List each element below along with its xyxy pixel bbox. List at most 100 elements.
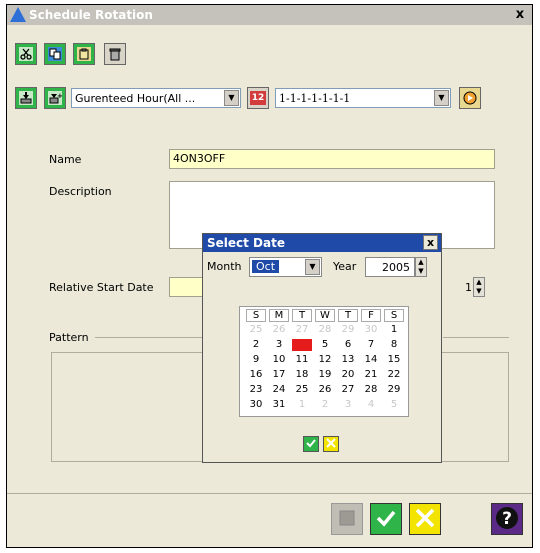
calendar-day[interactable]: 25 — [246, 324, 266, 336]
year-input[interactable]: 2005 — [365, 257, 415, 277]
calendar-day[interactable]: 11 — [292, 354, 312, 366]
calendar-day[interactable]: 1 — [292, 399, 312, 411]
calendar-day[interactable]: 6 — [338, 339, 358, 351]
calendar-day[interactable]: 30 — [361, 324, 381, 336]
calendar-day[interactable]: 9 — [246, 354, 266, 366]
pattern-combo[interactable]: 1-1-1-1-1-1-1 ▼ — [275, 88, 451, 108]
svg-text:+: + — [57, 92, 62, 100]
calendar-day[interactable]: 15 — [384, 354, 404, 366]
year-spinner[interactable]: ▲ ▼ — [415, 257, 427, 277]
calendar-day[interactable]: 4 — [361, 399, 381, 411]
spin-down-icon[interactable]: ▼ — [474, 287, 484, 296]
calendar-day[interactable]: 5 — [384, 399, 404, 411]
cut-button[interactable] — [15, 43, 37, 65]
calendar-day[interactable]: 22 — [384, 369, 404, 381]
calendar-day[interactable]: 27 — [292, 324, 312, 336]
calendar-grid: S M T W T F S 25 26 27 28 29 30 1 2 3 4 5 6 7 8 9 10 11 12 13 14 15… — [239, 306, 409, 417]
disabled-action-button[interactable] — [331, 503, 363, 535]
calendar-day[interactable]: 27 — [338, 384, 358, 396]
calendar-day[interactable]: 28 — [361, 384, 381, 396]
calendar-day[interactable]: 25 — [292, 384, 312, 396]
weekday-header: S — [384, 309, 404, 322]
app-icon — [10, 7, 26, 22]
checkmark-icon — [305, 437, 317, 452]
weekday-header: M — [269, 309, 289, 322]
clipboard-icon — [77, 47, 91, 61]
select-date-title: Select Date — [207, 236, 285, 250]
calendar-day[interactable]: 18 — [292, 369, 312, 381]
calendar-day[interactable]: 2 — [315, 399, 335, 411]
calendar-day[interactable]: 30 — [246, 399, 266, 411]
calendar-day[interactable]: 23 — [246, 384, 266, 396]
calendar-day[interactable]: 29 — [338, 324, 358, 336]
calendar-day[interactable]: 14 — [361, 354, 381, 366]
calendar-day[interactable]: 16 — [246, 369, 266, 381]
chevron-down-icon[interactable]: ▼ — [224, 90, 239, 106]
select-date-close-button[interactable]: x — [423, 235, 438, 250]
add-schedule-button[interactable]: + — [44, 87, 66, 109]
calendar-day[interactable]: 26 — [315, 384, 335, 396]
calendar-day[interactable]: 3 — [338, 399, 358, 411]
import-button[interactable] — [15, 87, 37, 109]
download-icon — [19, 91, 33, 105]
close-icon — [413, 506, 437, 533]
calendar-day[interactable]: 5 — [315, 339, 335, 351]
calendar-day[interactable]: 19 — [315, 369, 335, 381]
shift-type-combo[interactable]: Gurenteed Hour(All ... ▼ — [71, 88, 241, 108]
name-input[interactable]: 4ON3OFF — [169, 149, 495, 169]
ok-button[interactable] — [370, 503, 402, 535]
spin-down-icon[interactable]: ▼ — [416, 267, 426, 276]
year-value: 2005 — [382, 261, 410, 274]
calendar-day[interactable]: 1 — [384, 324, 404, 336]
relative-start-date-label: Relative Start Date — [49, 281, 154, 294]
cancel-button[interactable] — [409, 503, 441, 535]
window-title: Schedule Rotation — [29, 8, 153, 22]
calendar-day[interactable]: 2 — [246, 339, 266, 351]
select-date-dialog: Select Date x Month Oct ▼ Year 2005 ▲ ▼ … — [202, 233, 442, 463]
weekday-header: F — [361, 309, 381, 322]
paste-button[interactable] — [73, 43, 95, 65]
calendar-day[interactable]: 17 — [269, 369, 289, 381]
svg-text:?: ? — [502, 509, 512, 529]
apply-pattern-button[interactable] — [459, 87, 481, 109]
copy-button[interactable] — [44, 43, 66, 65]
chevron-down-icon[interactable]: ▼ — [434, 90, 449, 106]
delete-button[interactable] — [104, 43, 126, 65]
window-close-button[interactable]: x — [512, 7, 528, 22]
month-combo[interactable]: Oct ▼ — [249, 257, 322, 277]
help-button[interactable]: ? — [491, 503, 523, 535]
numbering-button[interactable]: 12 — [247, 87, 269, 109]
calendar-day[interactable]: 26 — [269, 324, 289, 336]
chevron-down-icon[interactable]: ▼ — [305, 259, 320, 275]
name-label: Name — [49, 153, 82, 166]
pattern-label: Pattern — [49, 331, 89, 344]
date-ok-button[interactable] — [303, 436, 319, 452]
calendar-day[interactable]: 10 — [269, 354, 289, 366]
calendar-day[interactable]: 29 — [384, 384, 404, 396]
help-icon: ? — [494, 505, 520, 534]
month-value: Oct — [252, 260, 280, 273]
calendar-day[interactable]: 12 — [315, 354, 335, 366]
relative-start-spin-value: 1 — [465, 281, 472, 294]
calendar-day[interactable]: 3 — [269, 339, 289, 351]
checkmark-icon — [374, 506, 398, 533]
date-cancel-button[interactable] — [323, 436, 339, 452]
calendar-day[interactable]: 20 — [338, 369, 358, 381]
description-label: Description — [49, 185, 112, 198]
arrow-right-icon — [463, 91, 477, 105]
weekday-header: T — [338, 309, 358, 322]
relative-start-spinner[interactable]: ▲ ▼ — [473, 277, 485, 297]
calendar-day[interactable]: 31 — [269, 399, 289, 411]
numbers-icon: 12 — [250, 91, 266, 105]
calendar-day[interactable]: 7 — [361, 339, 381, 351]
calendar-day[interactable]: 13 — [338, 354, 358, 366]
calendar-day[interactable]: 24 — [269, 384, 289, 396]
calendar-day[interactable]: 21 — [361, 369, 381, 381]
calendar-day[interactable]: 28 — [315, 324, 335, 336]
calendar-day-selected[interactable]: 4 — [292, 339, 312, 351]
spin-up-icon[interactable]: ▲ — [474, 278, 484, 287]
calendar-day[interactable]: 8 — [384, 339, 404, 351]
bottom-separator — [7, 493, 532, 494]
copy-icon — [48, 47, 62, 61]
spin-up-icon[interactable]: ▲ — [416, 258, 426, 267]
